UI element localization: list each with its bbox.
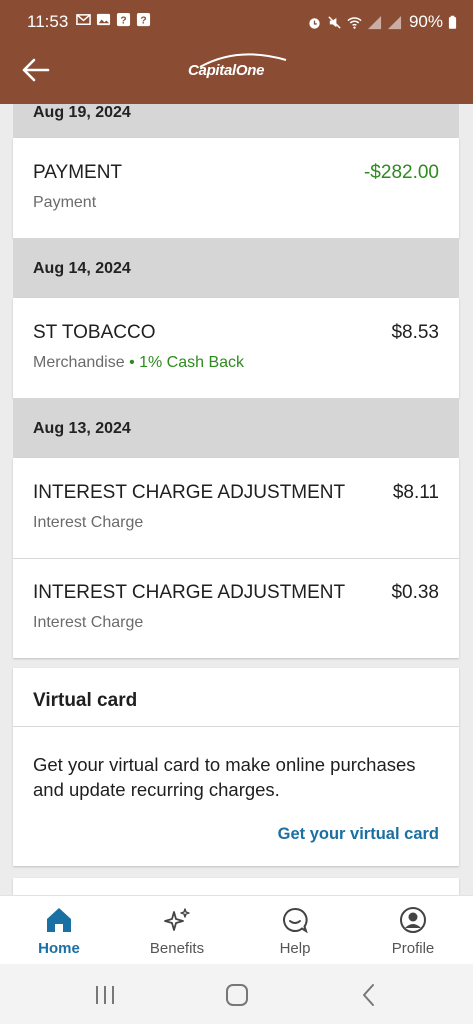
transaction-row-payment[interactable]: PAYMENT Payment -$282.00 [13,138,459,238]
nav-item-benefits[interactable]: Benefits [118,896,236,965]
transaction-amount: -$282.00 [363,162,439,183]
transactions-list[interactable]: Aug 19, 2024 PAYMENT Payment -$282.00 Au… [0,104,473,895]
system-navigation-bar [0,964,473,1024]
nav-label: Home [38,940,80,957]
transaction-category: Interest Charge [33,514,144,531]
transaction-category: Payment [33,194,97,211]
date-label: Aug 19, 2024 [33,104,131,121]
nav-label: Help [279,940,311,957]
unknown-notification-icon: ? [136,12,151,27]
profile-icon [400,907,426,933]
unknown-notification-icon: ? [116,12,131,27]
home-button-icon[interactable] [224,982,250,1008]
back-arrow-icon[interactable] [20,56,50,84]
transaction-row-interest-adjustment[interactable]: INTEREST CHARGE ADJUSTMENT Interest Char… [13,458,459,558]
svg-text:?: ? [120,16,126,27]
bullet-separator: • [129,354,140,371]
date-header: Aug 19, 2024 [13,104,459,138]
transaction-group-aug-13: INTEREST CHARGE ADJUSTMENT Interest Char… [13,458,459,658]
status-time: 11:53 [27,12,69,31]
transaction-title: PAYMENT [33,162,123,183]
transaction-row-st-tobacco[interactable]: ST TOBACCO Merchandise • 1% Cash Back $8… [13,298,459,398]
transaction-category: Interest Charge [33,614,144,631]
sparkle-icon [164,908,190,931]
date-header: Aug 14, 2024 [13,238,459,298]
gmail-icon [76,14,91,25]
virtual-card-panel: Virtual card Get your virtual card to ma… [13,668,459,866]
transaction-category-line: Merchandise • 1% Cash Back [33,354,244,372]
wifi-icon [347,16,362,29]
transaction-title: INTEREST CHARGE ADJUSTMENT [33,582,346,603]
transaction-amount: $0.38 [391,582,439,603]
nav-item-help[interactable]: Help [236,896,354,965]
app-header: 11:53 ? ? 90% CapitalOne [0,0,473,104]
system-status-icons: 90% [307,12,457,32]
nav-label: Profile [391,940,435,957]
battery-percent: 90% [408,12,443,31]
nav-item-profile[interactable]: Profile [354,896,472,965]
virtual-card-description: Get your virtual card to make online pur… [33,754,416,800]
date-label: Aug 14, 2024 [33,260,131,277]
battery-icon [448,15,457,29]
signal-icon [387,15,402,29]
mute-icon [328,15,341,29]
transaction-amount: $8.53 [391,322,439,343]
date-header: Aug 13, 2024 [13,398,459,458]
virtual-card-title: Virtual card [33,690,138,711]
nav-item-home[interactable]: Home [0,896,118,965]
cashback-label: 1% Cash Back [139,354,245,371]
transaction-title: ST TOBACCO [33,322,156,343]
notification-icons: ? ? [76,12,151,27]
home-icon [47,908,71,932]
bottom-navigation: Home Benefits Help Profile [0,895,473,964]
chat-bubble-icon [283,908,308,934]
capital-one-logo: CapitalOne [188,52,288,86]
recent-apps-icon[interactable] [92,982,118,1008]
transaction-title: INTEREST CHARGE ADJUSTMENT [33,482,346,503]
transaction-amount: $8.11 [392,482,439,503]
svg-text:?: ? [140,16,146,27]
signal-icon [367,15,382,29]
section-divider [13,726,459,727]
system-back-icon[interactable] [357,982,383,1008]
transaction-category: Merchandise [33,354,125,371]
nav-label: Benefits [149,940,205,957]
date-label: Aug 13, 2024 [33,420,131,437]
brand-text: CapitalOne [188,62,265,79]
next-card-panel [13,878,459,895]
get-virtual-card-link[interactable]: Get your virtual card [278,825,439,844]
transaction-row-interest-adjustment[interactable]: INTEREST CHARGE ADJUSTMENT Interest Char… [13,559,459,658]
status-bar: 11:53 ? ? 90% [0,10,473,34]
alarm-icon [309,17,320,29]
gallery-icon [96,13,111,26]
